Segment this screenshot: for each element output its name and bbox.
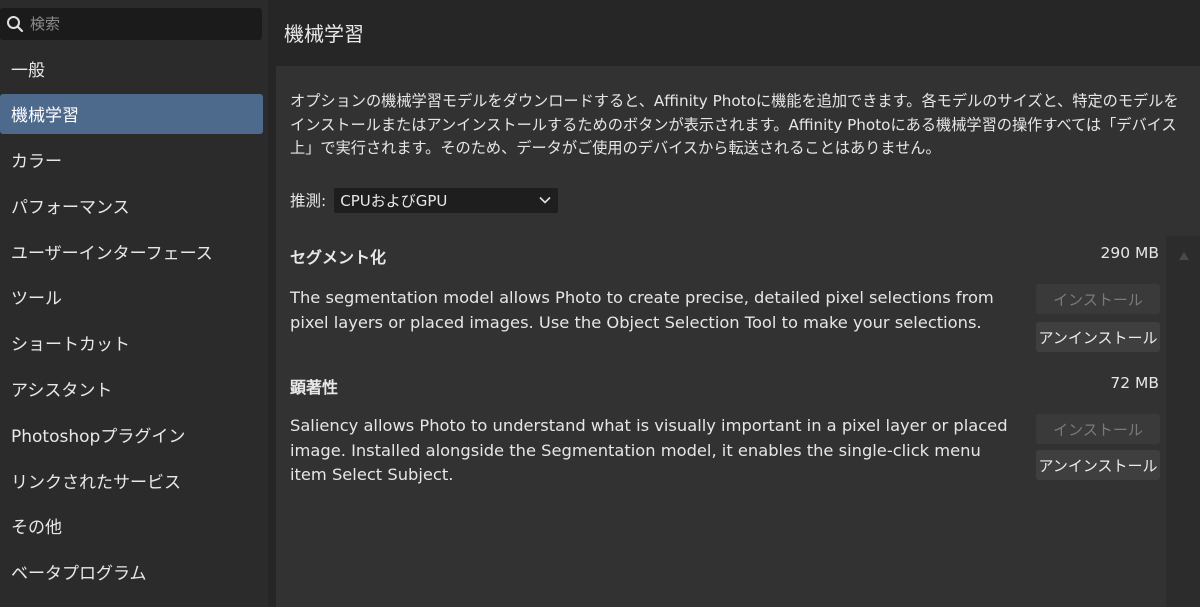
inference-selected-value: CPUおよびGPU [340, 191, 448, 210]
model-size: 290 MB [1100, 244, 1159, 262]
sidebar-item-label: ユーザーインターフェース [11, 243, 213, 264]
inference-label: 推測: [290, 192, 327, 210]
sidebar-item-label: 機械学習 [11, 106, 79, 127]
sidebar-item-label: ベータプログラム [11, 564, 147, 585]
sidebar-item-shortcuts[interactable]: ショートカット [0, 323, 263, 363]
page-header: 機械学習 [268, 0, 1200, 60]
sidebar-item-label: アシスタント [11, 381, 113, 402]
sidebar-item-assistant[interactable]: アシスタント [0, 369, 263, 409]
sidebar-item-beta-program[interactable]: ベータプログラム [0, 552, 263, 592]
sidebar-item-label: パフォーマンス [11, 197, 130, 218]
page-title: 機械学習 [284, 22, 364, 46]
sidebar-item-label: カラー [11, 152, 62, 173]
model-description: Saliency allows Photo to understand what… [290, 416, 1008, 484]
sidebar-nav: 一般 機械学習 カラー パフォーマンス ユーザーインターフェース ツール ショー… [0, 48, 268, 598]
chevron-down-icon [538, 193, 552, 207]
search-box[interactable] [0, 8, 262, 40]
sidebar-divider [268, 0, 276, 607]
sidebar-item-label: 一般 [11, 60, 45, 81]
sidebar-item-photoshop-plugins[interactable]: Photoshopプラグイン [0, 414, 263, 454]
sidebar-item-linked-services[interactable]: リンクされたサービス [0, 460, 263, 500]
model-name: 顕著性 [290, 378, 339, 397]
sidebar-item-user-interface[interactable]: ユーザーインターフェース [0, 231, 263, 271]
search-icon [4, 13, 26, 35]
settings-panel: オプションの機械学習モデルをダウンロードすると、Affinity Photoに機… [276, 66, 1200, 607]
install-button[interactable]: インストール [1036, 414, 1160, 444]
sidebar-item-label: その他 [11, 518, 62, 539]
sidebar-item-tools[interactable]: ツール [0, 277, 263, 317]
sidebar-item-label: ツール [11, 289, 62, 310]
preferences-window: 一般 機械学習 カラー パフォーマンス ユーザーインターフェース ツール ショー… [0, 0, 1200, 607]
uninstall-button[interactable]: アンインストール [1036, 322, 1160, 352]
model-name: セグメント化 [290, 248, 387, 267]
uninstall-button[interactable]: アンインストール [1036, 450, 1160, 480]
sidebar-item-label: ショートカット [11, 335, 130, 356]
scroll-up-arrow-icon[interactable] [1178, 246, 1190, 260]
model-description: The segmentation model allows Photo to c… [290, 288, 994, 332]
intro-text: オプションの機械学習モデルをダウンロードすると、Affinity Photoに機… [290, 92, 1179, 157]
sidebar-item-general[interactable]: 一般 [0, 48, 263, 88]
inference-row: 推測: CPUおよびGPU [290, 187, 559, 213]
sidebar-item-color[interactable]: カラー [0, 140, 263, 180]
scrollbar[interactable] [1166, 236, 1200, 607]
sidebar-item-miscellaneous[interactable]: その他 [0, 506, 263, 546]
sidebar-item-label: Photoshopプラグイン [11, 426, 186, 447]
sidebar-item-label: リンクされたサービス [11, 472, 181, 493]
install-button[interactable]: インストール [1036, 284, 1160, 314]
sidebar-item-machine-learning[interactable]: 機械学習 [0, 93, 263, 134]
sidebar-item-performance[interactable]: パフォーマンス [0, 185, 263, 225]
sidebar: 一般 機械学習 カラー パフォーマンス ユーザーインターフェース ツール ショー… [0, 0, 268, 607]
model-size: 72 MB [1110, 374, 1159, 392]
search-input[interactable] [26, 10, 262, 38]
inference-select[interactable]: CPUおよびGPU [334, 187, 559, 213]
